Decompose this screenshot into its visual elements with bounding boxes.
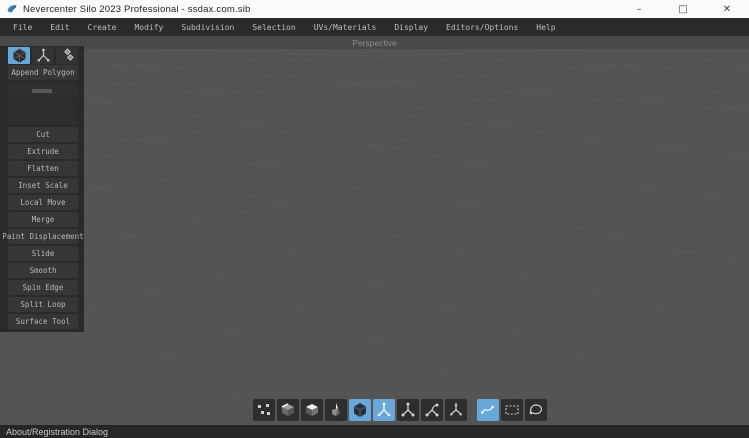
faces-tools-button[interactable] [56, 47, 78, 64]
menu-file[interactable]: File [4, 20, 41, 35]
flatten-label: Flatten [27, 164, 59, 173]
area-select-icon [504, 402, 520, 418]
menu-create[interactable]: Create [79, 20, 126, 35]
paint-displacement-button[interactable]: Paint Displacement [8, 229, 78, 244]
toolbar-group-gap [469, 399, 475, 421]
close-button[interactable]: ✕ [705, 0, 749, 18]
status-bar: About/Registration Dialog [0, 425, 749, 438]
window-title: Nevercenter Silo 2023 Professional - ssd… [23, 4, 251, 15]
menu-selection[interactable]: Selection [243, 20, 304, 35]
title-bar: Nevercenter Silo 2023 Professional - ssd… [0, 0, 749, 18]
menu-subdivision[interactable]: Subdivision [172, 20, 243, 35]
split-loop-label: Split Loop [20, 300, 65, 309]
menu-uvs-materials[interactable]: UVs/Materials [305, 20, 386, 35]
perspective-grid [0, 49, 749, 425]
area-select-button[interactable] [501, 399, 523, 421]
panel-placeholder-bar [32, 89, 52, 93]
spin-edge-button[interactable]: Spin Edge [8, 280, 78, 295]
paint-select-button[interactable] [477, 399, 499, 421]
bottom-toolbar [253, 399, 547, 421]
viewport-label: Perspective [352, 38, 396, 48]
vertex-mode-icon [256, 402, 272, 418]
edge-mode-icon [280, 402, 296, 418]
paint-displacement-label: Paint Displacement [2, 232, 83, 241]
polyhedron-icon [12, 48, 27, 63]
smooth-label: Smooth [29, 266, 56, 275]
cut-label: Cut [36, 130, 50, 139]
multi-mode-icon [328, 402, 344, 418]
lasso-select-icon [528, 402, 544, 418]
merge-label: Merge [32, 215, 55, 224]
slide-label: Slide [32, 249, 55, 258]
lasso-select-button[interactable] [525, 399, 547, 421]
cut-button[interactable]: Cut [8, 127, 78, 142]
extrude-label: Extrude [27, 147, 59, 156]
status-text: About/Registration Dialog [6, 427, 108, 437]
face-mode-icon [304, 402, 320, 418]
edge-mode-button[interactable] [277, 399, 299, 421]
smooth-button[interactable]: Smooth [8, 263, 78, 278]
append-polygon-button[interactable]: Append Polygon [8, 65, 78, 80]
merge-button[interactable]: Merge [8, 212, 78, 227]
menu-edit[interactable]: Edit [41, 20, 78, 35]
vertex-mode-button[interactable] [253, 399, 275, 421]
move-tool-icon [376, 402, 392, 418]
extrude-button[interactable]: Extrude [8, 144, 78, 159]
viewport-3d[interactable]: Perspective [0, 36, 749, 425]
rotate-tool-button[interactable] [397, 399, 419, 421]
polygon-tools-button[interactable] [8, 47, 30, 64]
menu-help[interactable]: Help [527, 20, 564, 35]
left-tool-panel: Append Polygon Cut Extrude Flatten Inset… [0, 46, 84, 332]
surface-tool-label: Surface Tool [16, 317, 70, 326]
object-mode-icon [352, 402, 368, 418]
multi-mode-button[interactable] [325, 399, 347, 421]
scale-tool-button[interactable] [421, 399, 443, 421]
window-controls: – □ ✕ [617, 0, 749, 18]
menu-modify[interactable]: Modify [125, 20, 172, 35]
axes-icon [36, 48, 51, 63]
universal-manipulator-icon [448, 402, 464, 418]
silo-app-window: Nevercenter Silo 2023 Professional - ssd… [0, 0, 749, 438]
move-tool-button[interactable] [373, 399, 395, 421]
tool-mode-row [8, 47, 78, 64]
maximize-button[interactable]: □ [661, 0, 705, 18]
menu-display[interactable]: Display [385, 20, 437, 35]
menu-bar: File Edit Create Modify Subdivision Sele… [0, 18, 749, 36]
inset-scale-button[interactable]: Inset Scale [8, 178, 78, 193]
inset-scale-label: Inset Scale [18, 181, 68, 190]
panel-placeholder-row [8, 83, 78, 97]
menu-editors-options[interactable]: Editors/Options [437, 20, 527, 35]
silo-logo-icon [6, 3, 18, 15]
rotate-tool-icon [400, 402, 416, 418]
panel-placeholder-block [8, 99, 78, 125]
local-move-label: Local Move [20, 198, 65, 207]
split-loop-button[interactable]: Split Loop [8, 297, 78, 312]
scale-tool-icon [424, 402, 440, 418]
flatten-button[interactable]: Flatten [8, 161, 78, 176]
paint-select-icon [480, 402, 496, 418]
slide-button[interactable]: Slide [8, 246, 78, 261]
local-move-button[interactable]: Local Move [8, 195, 78, 210]
minimize-button[interactable]: – [617, 0, 661, 18]
surface-tool-button[interactable]: Surface Tool [8, 314, 78, 329]
object-mode-button[interactable] [349, 399, 371, 421]
diamond-faces-icon [60, 48, 75, 63]
spin-edge-label: Spin Edge [23, 283, 64, 292]
universal-manipulator-button[interactable] [445, 399, 467, 421]
append-polygon-label: Append Polygon [11, 68, 74, 77]
axes-tools-button[interactable] [32, 47, 54, 64]
viewport-header: Perspective [0, 36, 749, 49]
face-mode-button[interactable] [301, 399, 323, 421]
